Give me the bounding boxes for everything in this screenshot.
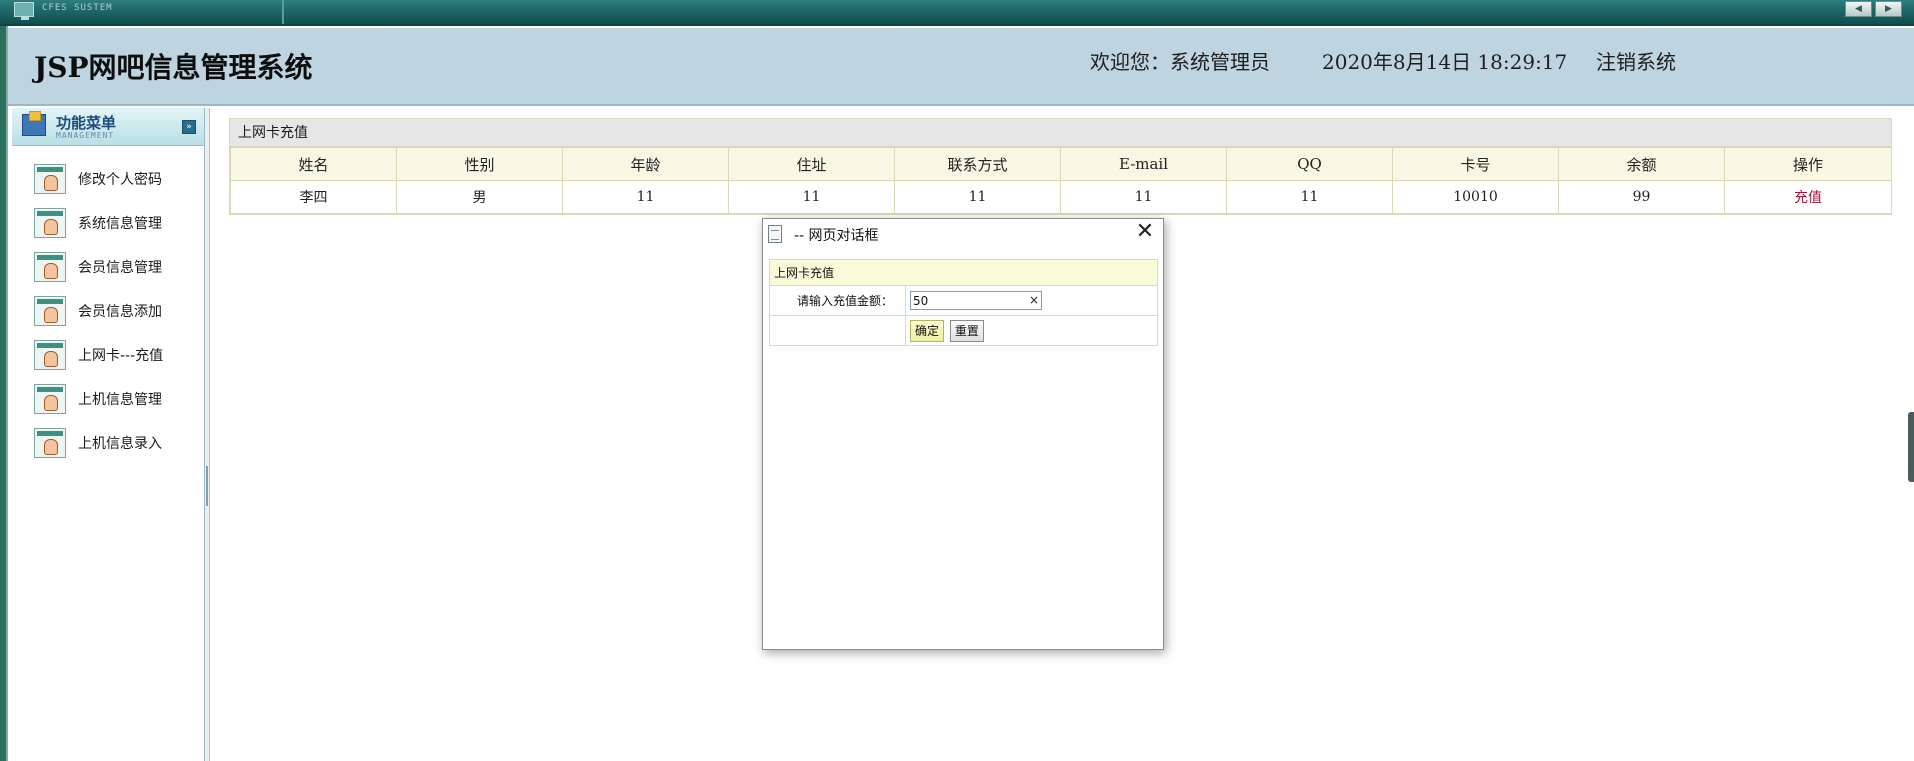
document-icon	[768, 225, 782, 243]
topbar-divider	[282, 0, 284, 24]
sidebar-item-card-recharge[interactable]: 上网卡---充值	[10, 336, 202, 372]
column-header: QQ	[1226, 147, 1393, 181]
column-header: 卡号	[1392, 147, 1559, 181]
recharge-link[interactable]: 充值	[1724, 180, 1892, 214]
confirm-button[interactable]: 确定	[910, 319, 945, 342]
amount-field: ×	[910, 291, 1042, 310]
column-header: 操作	[1724, 147, 1892, 181]
sidebar-item-label: 会员信息管理	[78, 260, 162, 276]
cell-contact: 11	[894, 180, 1061, 214]
user-icon	[34, 164, 66, 194]
column-header: E-mail	[1060, 147, 1227, 181]
cell-address: 11	[728, 180, 895, 214]
amount-cell: ×	[904, 285, 1159, 316]
column-header: 联系方式	[894, 147, 1061, 181]
user-icon	[34, 384, 66, 414]
sidebar-item-change-password[interactable]: 修改个人密码	[10, 160, 202, 196]
right-scroll-handle[interactable]	[1908, 412, 1914, 482]
current-datetime: 2020年8月14日 18:29:17	[1322, 50, 1568, 74]
column-header: 姓名	[230, 147, 397, 181]
cell-email: 11	[1060, 180, 1227, 214]
user-icon	[34, 252, 66, 282]
app-window: CFES SUSTEM ◀ ▶ JSP网吧信息管理系统 欢迎您：系统管理员 20…	[0, 0, 1914, 761]
user-icon	[34, 296, 66, 326]
app-title: JSP网吧信息管理系统	[34, 51, 313, 84]
sidebar-item-label: 上机信息管理	[78, 392, 162, 408]
menu-folder-icon	[22, 111, 46, 136]
monitor-icon	[14, 2, 34, 20]
column-header: 年龄	[562, 147, 729, 181]
amount-input[interactable]	[911, 292, 1021, 309]
sidebar-item-label: 系统信息管理	[78, 216, 162, 232]
cell-balance: 99	[1558, 180, 1725, 214]
sidebar-menu: 功能菜单 MANAGEMENT » 修改个人密码 系统信息管理 会员信息管理 会…	[10, 108, 205, 761]
table-row: 李四 男 11 11 11 11 11 10010 99 充值	[230, 180, 1892, 214]
cell-card-number: 10010	[1392, 180, 1559, 214]
nav-next-button[interactable]: ▶	[1875, 1, 1902, 17]
button-cell: 确定 重置	[904, 315, 1159, 346]
recharge-form: 上网卡充值 请输入充值金额： × 确定 重置	[768, 259, 1159, 346]
sidebar-item-label: 上网卡---充值	[78, 348, 164, 364]
dialog-title: -- 网页对话框	[794, 228, 879, 244]
empty-label-cell	[769, 315, 906, 346]
sidebar-splitter[interactable]	[205, 108, 210, 761]
system-name: CFES SUSTEM	[42, 3, 113, 13]
close-icon[interactable]: ✕	[1131, 219, 1159, 247]
clear-input-icon[interactable]: ×	[1027, 292, 1041, 309]
cell-gender: 男	[396, 180, 563, 214]
sidebar-item-member-info[interactable]: 会员信息管理	[10, 248, 202, 284]
table-header-row: 姓名 性别 年龄 住址 联系方式 E-mail QQ 卡号 余额 操作	[230, 147, 1892, 181]
sidebar-item-session-manage[interactable]: 上机信息管理	[10, 380, 202, 416]
user-icon	[34, 428, 66, 458]
sidebar-item-member-add[interactable]: 会员信息添加	[10, 292, 202, 328]
left-frame-border	[0, 26, 8, 761]
reset-button[interactable]: 重置	[949, 319, 984, 342]
collapse-menu-icon[interactable]: »	[182, 120, 196, 134]
sidebar-item-session-entry[interactable]: 上机信息录入	[10, 424, 202, 460]
sidebar-item-system-info[interactable]: 系统信息管理	[10, 204, 202, 240]
user-icon	[34, 340, 66, 370]
sidebar-item-label: 会员信息添加	[78, 304, 162, 320]
column-header: 余额	[1558, 147, 1725, 181]
menu-subtitle: MANAGEMENT	[56, 131, 115, 140]
menu-header: 功能菜单 MANAGEMENT »	[12, 108, 204, 146]
page-header: JSP网吧信息管理系统 欢迎您：系统管理员 2020年8月14日 18:29:1…	[8, 28, 1914, 106]
member-card-table: 姓名 性别 年龄 住址 联系方式 E-mail QQ 卡号 余额 操作 李四 男…	[230, 147, 1892, 214]
welcome-text: 欢迎您：系统管理员	[1090, 50, 1270, 74]
cell-qq: 11	[1226, 180, 1393, 214]
sidebar-item-label: 修改个人密码	[78, 172, 162, 188]
recharge-panel: 上网卡充值 姓名 性别 年龄 住址 联系方式 E-mail QQ 卡号 余额 操…	[229, 118, 1892, 215]
recharge-dialog: -- 网页对话框 ✕ 上网卡充值 请输入充值金额： × 确定	[762, 218, 1164, 650]
cell-age: 11	[562, 180, 729, 214]
menu-title: 功能菜单	[56, 114, 117, 132]
cell-name: 李四	[230, 180, 397, 214]
logout-link[interactable]: 注销系统	[1596, 46, 1676, 75]
column-header: 住址	[728, 147, 895, 181]
amount-label: 请输入充值金额：	[769, 285, 906, 316]
sidebar-item-label: 上机信息录入	[78, 436, 162, 452]
user-icon	[34, 208, 66, 238]
system-top-bar: CFES SUSTEM ◀ ▶	[0, 0, 1914, 26]
panel-title: 上网卡充值	[230, 119, 1891, 147]
column-header: 性别	[396, 147, 563, 181]
form-title: 上网卡充值	[768, 259, 1159, 286]
nav-prev-button[interactable]: ◀	[1845, 1, 1872, 17]
